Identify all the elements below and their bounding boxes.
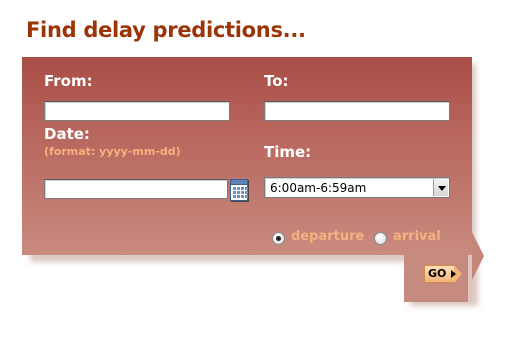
- go-button[interactable]: GO: [424, 265, 462, 283]
- triangle-right-icon: [451, 270, 456, 278]
- date-label: Date:: [44, 125, 90, 143]
- date-format-hint: (format: yyyy-mm-dd): [44, 145, 181, 158]
- arrival-radio[interactable]: [374, 232, 387, 245]
- time-select-value: 6:00am-6:59am: [270, 181, 367, 195]
- from-label: From:: [44, 72, 93, 90]
- panel-notch: [472, 232, 484, 280]
- departure-radio[interactable]: [272, 232, 285, 245]
- go-button-label: GO: [428, 267, 447, 280]
- page-heading: Find delay predictions...: [26, 18, 306, 42]
- calendar-icon[interactable]: [230, 179, 248, 201]
- departure-label[interactable]: departure: [291, 229, 364, 244]
- time-label: Time:: [264, 143, 312, 161]
- to-field[interactable]: [264, 101, 450, 121]
- from-field[interactable]: [44, 101, 230, 121]
- arrival-label[interactable]: arrival: [393, 229, 441, 244]
- time-select[interactable]: 6:00am-6:59am: [264, 177, 450, 198]
- date-field[interactable]: [44, 179, 228, 199]
- chevron-down-icon[interactable]: [433, 179, 448, 196]
- to-label: To:: [264, 72, 289, 90]
